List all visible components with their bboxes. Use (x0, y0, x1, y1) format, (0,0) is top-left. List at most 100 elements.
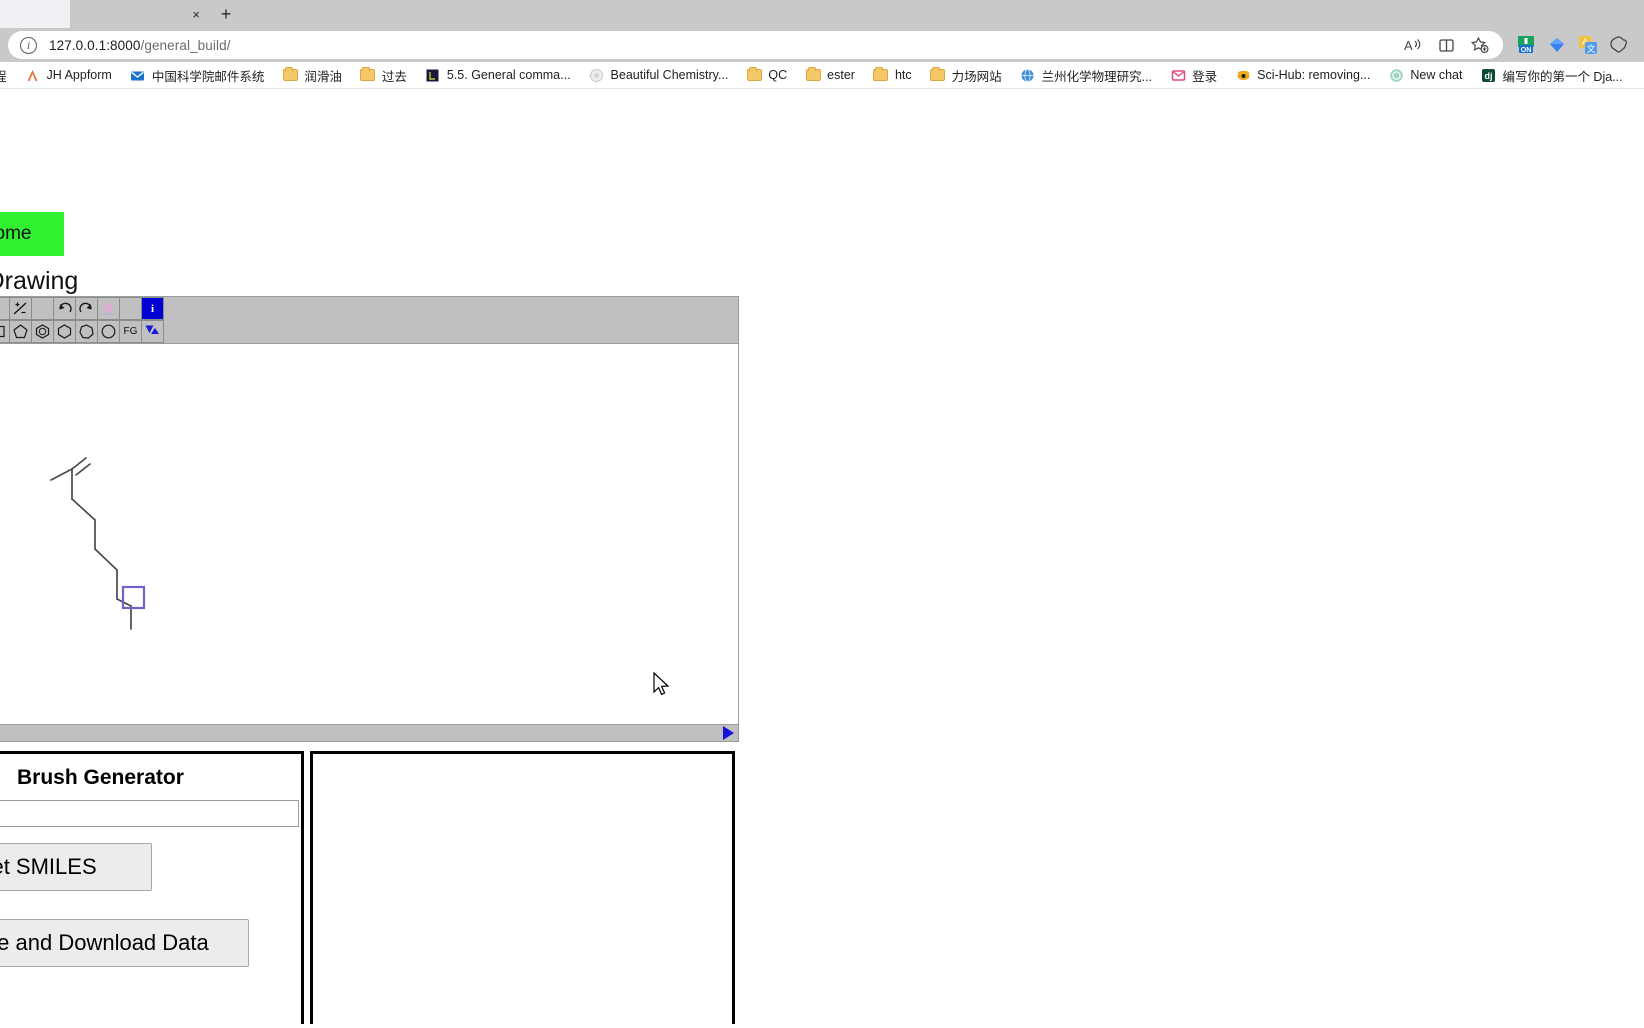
extension-icons: ON A文 (1503, 34, 1636, 56)
bookmark-item[interactable]: ester (796, 65, 864, 85)
editor-toolbar-row-1: R i (0, 297, 738, 320)
get-smiles-button[interactable]: Get SMILES (0, 843, 152, 891)
generate-download-button[interactable]: erate and Download Data (0, 919, 249, 967)
bookmark-label: ester (827, 68, 855, 82)
generic-site-icon (589, 67, 605, 83)
brush-generator-panel: Brush Generator Get SMILES erate and Dow… (0, 751, 304, 1024)
bookmark-item[interactable]: 力场网站 (921, 64, 1011, 87)
folder-icon (746, 67, 762, 83)
bookmark-label: 程 (0, 66, 7, 85)
svg-text:A: A (1404, 38, 1413, 53)
structure-editor: R i (0, 296, 739, 742)
page-title: ctre Drawing (0, 267, 79, 295)
bookmark-label: JH Appform (46, 68, 112, 82)
onenote-extension-icon[interactable]: ON (1515, 34, 1537, 56)
bookmark-label: Beautiful Chemistry... (610, 68, 729, 82)
editor-horizontal-scrollbar[interactable] (0, 724, 738, 741)
bookmark-item[interactable]: 登录 (1161, 64, 1226, 87)
address-bar[interactable]: i 127.0.0.1:8000/general_build/ A (8, 31, 1503, 59)
site-info-icon[interactable]: i (20, 36, 37, 54)
bookmark-label: 登录 (1192, 69, 1218, 84)
dropdown-tool[interactable] (141, 320, 164, 343)
tab-strip-filler (242, 0, 1644, 28)
read-aloud-icon[interactable]: A (1397, 32, 1427, 58)
cyclopentane-ring-tool[interactable] (9, 320, 32, 343)
bookmark-item[interactable]: 5.5. General comma... (416, 65, 580, 85)
cycloheptane-ring-tool[interactable] (75, 320, 98, 343)
bookmark-item[interactable]: dj 编写你的第一个 Dja... (1471, 64, 1631, 87)
clear-tool[interactable] (97, 297, 120, 320)
bookmark-item[interactable]: 中国科学院邮件系统 (121, 64, 274, 87)
bookmark-item[interactable]: QC (737, 65, 796, 85)
page-content: ome ctre Drawing R (0, 89, 1644, 1024)
editor-toolbar: R i (0, 297, 738, 344)
tab-strip-left-pad (0, 0, 70, 28)
new-tab-button[interactable]: + (210, 0, 242, 28)
chatgpt-icon (1388, 67, 1404, 83)
bookmark-label: 力场网站 (951, 69, 1002, 84)
bookmark-label: 5.5. General comma... (446, 68, 571, 82)
folder-icon (282, 67, 298, 83)
svg-text:ON: ON (1521, 47, 1532, 54)
folder-icon (930, 67, 946, 83)
bookmark-item[interactable]: 程 (0, 64, 16, 87)
bookmark-item[interactable]: Sci-Hub: removing... (1226, 65, 1379, 85)
cyclooctane-ring-tool[interactable] (97, 320, 120, 343)
bookmark-label: 中国科学院邮件系统 (151, 69, 265, 84)
blank-tool-3[interactable] (119, 297, 142, 320)
charge-tool[interactable] (9, 297, 32, 320)
bookmark-label: 润滑油 (304, 69, 342, 84)
tab-strip: × + (0, 0, 1644, 28)
bookmark-label: 兰州化学物理研究... (1041, 69, 1153, 84)
output-panel[interactable] (310, 751, 735, 1024)
blank-tool-2[interactable] (31, 297, 54, 320)
bookmark-label: Sci-Hub: removing... (1257, 68, 1371, 82)
bookmarks-bar: 程 JH Appform 中国科学院邮件系统 润滑油 过去 5.5. Gener… (0, 62, 1644, 89)
close-tab-icon[interactable]: × (192, 8, 200, 21)
add-favorite-icon[interactable] (1465, 32, 1495, 58)
undo-tool[interactable] (53, 297, 76, 320)
molecule-structure (50, 457, 146, 630)
bookmark-label: QC (768, 68, 788, 82)
benzene-ring-tool[interactable] (31, 320, 54, 343)
info-tool[interactable]: i (141, 297, 164, 320)
bookmark-item[interactable]: New chat (1379, 65, 1471, 85)
lammps-icon (425, 67, 441, 83)
home-button[interactable]: ome (0, 212, 64, 256)
bookmark-item[interactable]: htc (864, 65, 921, 85)
mail-icon (130, 67, 146, 83)
bookmark-item[interactable]: 润滑油 (273, 64, 351, 87)
scroll-right-arrow-icon[interactable] (723, 726, 734, 740)
bookmark-label: 编写你的第一个 Dja... (1502, 69, 1623, 84)
browser-essentials-icon[interactable] (1608, 34, 1630, 56)
molecule-canvas[interactable] (0, 344, 738, 724)
toolbar-row-1-filler (164, 297, 738, 320)
functional-group-tool[interactable]: FG (119, 320, 142, 343)
folder-icon (805, 67, 821, 83)
bookmark-item[interactable]: JH Appform (16, 65, 121, 85)
editor-toolbar-row-2: FG (0, 320, 738, 343)
svg-text:dj: dj (1484, 71, 1492, 81)
brush-generator-title: Brush Generator (17, 766, 184, 789)
svg-text:文: 文 (1586, 43, 1595, 54)
bookmark-item[interactable]: Beautiful Chemistry... (580, 65, 738, 85)
smiles-input[interactable] (0, 800, 299, 827)
blue-diamond-extension-icon[interactable] (1546, 34, 1568, 56)
bookmark-label: 过去 (381, 69, 407, 84)
navigation-bar: i 127.0.0.1:8000/general_build/ A ON A 文 (0, 28, 1644, 62)
browser-tab-active[interactable]: × (70, 0, 210, 28)
django-icon: dj (1480, 67, 1496, 83)
bookmark-item[interactable]: 兰州化学物理研究... (1011, 64, 1161, 87)
url-text: 127.0.0.1:8000/general_build/ (49, 37, 231, 53)
split-screen-icon[interactable] (1431, 32, 1461, 58)
redo-tool[interactable] (75, 297, 98, 320)
omnibox-actions: A (1397, 32, 1497, 58)
appform-icon (25, 67, 41, 83)
cyclohexane-ring-tool[interactable] (53, 320, 76, 343)
bookmark-item[interactable]: 过去 (351, 64, 416, 87)
translate-extension-icon[interactable]: A文 (1577, 34, 1599, 56)
toolbar-row-2-filler (164, 320, 738, 343)
folder-icon (873, 67, 889, 83)
functional-group-label: FG (123, 325, 138, 337)
scihub-icon (1235, 67, 1251, 83)
